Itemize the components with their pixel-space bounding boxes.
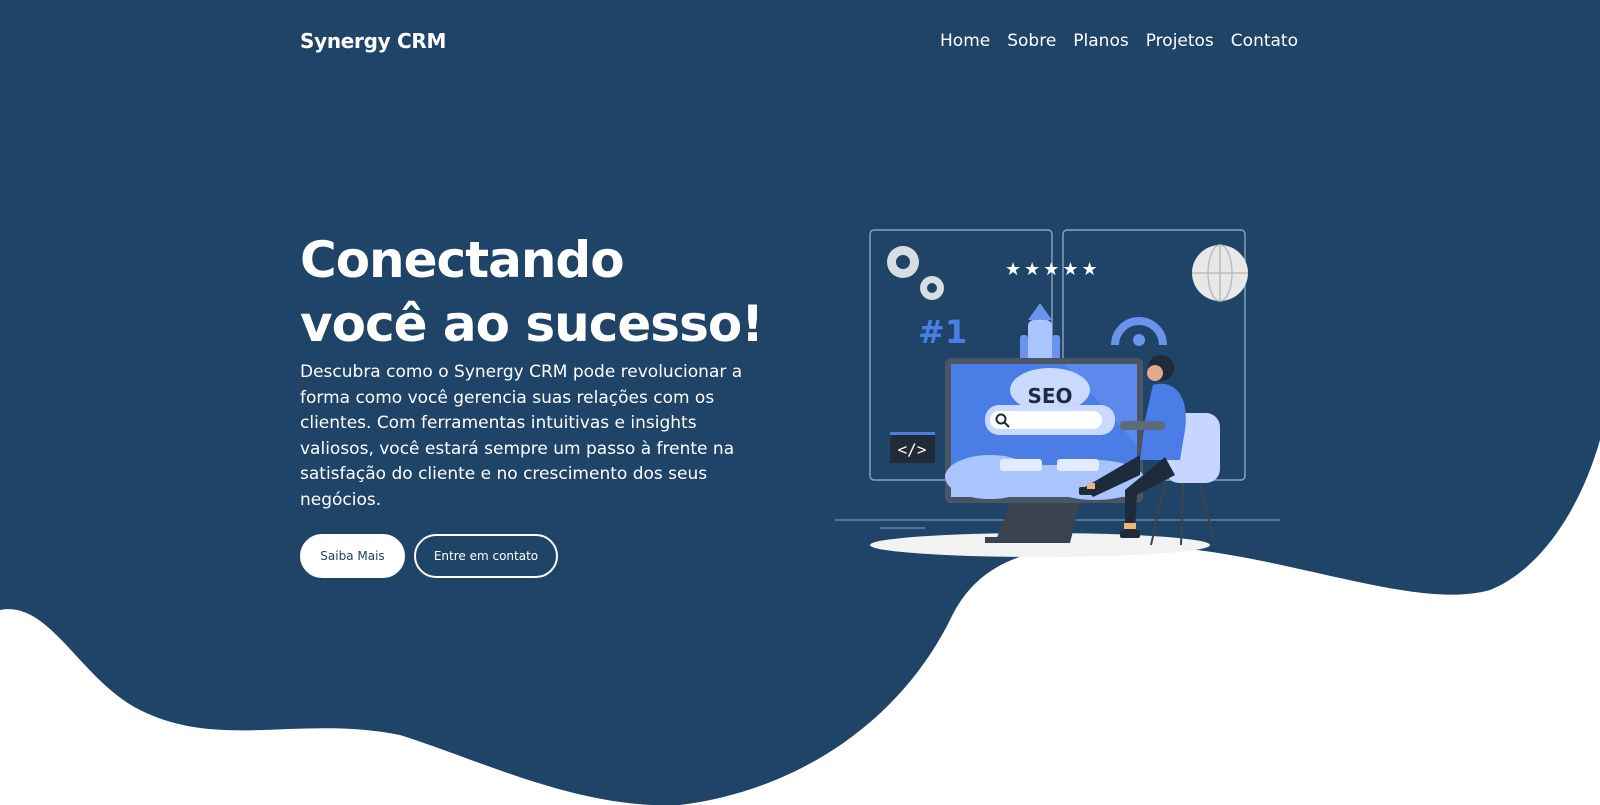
hero-section: Conectando você ao sucesso! Descubra com…: [300, 228, 770, 578]
rank-badge: #1: [918, 313, 967, 351]
seo-label: SEO: [1027, 384, 1072, 408]
nav-item-planos[interactable]: Planos: [1073, 31, 1128, 51]
brand-logo[interactable]: Synergy CRM: [300, 29, 446, 53]
rating-stars: ★★★★★: [1005, 259, 1101, 280]
code-icon: </>: [898, 440, 927, 459]
background-wave: [0, 0, 1600, 805]
nav-item-projetos[interactable]: Projetos: [1146, 31, 1214, 51]
seo-illustration: #1 ★★★★★ </> SEO: [835, 229, 1280, 557]
gear-icon: [887, 246, 944, 300]
search-bar: [990, 411, 1102, 429]
top-navigation: Synergy CRM Home Sobre Planos Projetos C…: [300, 24, 1298, 58]
nav-item-home[interactable]: Home: [940, 31, 990, 51]
hero-title: Conectando você ao sucesso!: [300, 228, 770, 356]
hero-description: Descubra como o Synergy CRM pode revoluc…: [300, 362, 743, 510]
hero-title-line-1: Conectando: [300, 231, 625, 289]
learn-more-button[interactable]: Saiba Mais: [300, 534, 405, 578]
contact-button[interactable]: Entre em contato: [414, 534, 558, 578]
main-menu: Home Sobre Planos Projetos Contato: [940, 31, 1298, 51]
globe-icon: [1192, 244, 1248, 302]
nav-item-contato[interactable]: Contato: [1231, 31, 1298, 51]
hero-buttons: Saiba Mais Entre em contato: [300, 534, 770, 578]
nav-item-sobre[interactable]: Sobre: [1007, 31, 1056, 51]
hero-title-line-2: você ao sucesso!: [300, 295, 764, 353]
